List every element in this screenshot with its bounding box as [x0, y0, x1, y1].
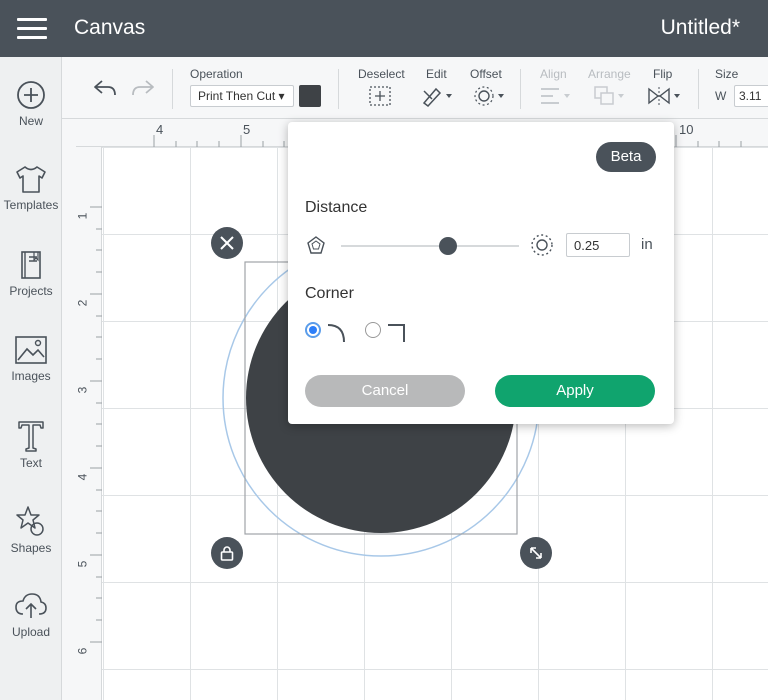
size-width-label: W: [715, 89, 727, 103]
offset-panel: Beta Distance in Corner Cancel Apply: [288, 122, 674, 424]
ruler-left-number: 6: [75, 647, 90, 655]
rounded-corner-icon: [327, 324, 345, 343]
sidebar-item-label: Images: [11, 369, 51, 383]
distance-unit: in: [641, 236, 653, 253]
toolbar-divider: [698, 69, 699, 109]
flip-label: Flip: [653, 67, 673, 81]
corner-rounded-radio[interactable]: [305, 322, 321, 338]
toolbar-divider: [338, 69, 339, 109]
ruler-left-number: 1: [75, 212, 90, 220]
ruler-left: 1 2 3 4 5 6: [62, 147, 102, 700]
edit-icon[interactable]: [420, 85, 454, 107]
text-icon: [18, 421, 44, 452]
sidebar-item-shapes[interactable]: Shapes: [0, 504, 62, 584]
offset-burst-icon: [531, 234, 553, 256]
arrange-label: Arrange: [588, 67, 631, 81]
app-title: Canvas: [74, 16, 146, 39]
ruler-top-number: 10: [679, 122, 694, 137]
ruler-left-number: 4: [75, 473, 90, 481]
delete-handle[interactable]: [211, 227, 243, 259]
sidebar-item-label: Text: [19, 456, 42, 470]
corner-heading: Corner: [305, 285, 354, 302]
resize-handle[interactable]: [520, 537, 552, 569]
redo-icon[interactable]: [130, 77, 156, 99]
lock-handle[interactable]: [211, 537, 243, 569]
operation-value: Print Then Cut: [198, 89, 276, 103]
beta-badge: Beta: [596, 142, 656, 172]
sidebar-item-label: Projects: [9, 284, 53, 298]
align-label: Align: [540, 67, 567, 81]
close-icon: [220, 236, 234, 250]
square-corner-icon: [388, 324, 405, 342]
book-icon: [21, 251, 41, 279]
chevron-down-icon: ▾: [278, 89, 285, 103]
size-label: Size: [715, 67, 739, 81]
pentagon-icon: [307, 236, 325, 254]
sidebar-item-new[interactable]: New: [0, 79, 62, 159]
upload-icon: [15, 593, 47, 618]
cancel-button[interactable]: Cancel: [305, 375, 465, 407]
sidebar-item-label: Templates: [3, 198, 59, 212]
sidebar-item-text[interactable]: Text: [0, 419, 62, 499]
ruler-top-number: 4: [156, 122, 164, 137]
sidebar-item-templates[interactable]: Templates: [0, 163, 62, 243]
toolbar-divider: [520, 69, 521, 109]
arrange-icon[interactable]: [592, 85, 626, 107]
sidebar-item-label: New: [18, 114, 43, 128]
sidebar-item-projects[interactable]: Projects: [0, 249, 62, 329]
top-toolbar: Operation Print Then Cut ▾ Deselect Edit…: [62, 57, 768, 119]
undo-icon[interactable]: [92, 77, 118, 99]
deselect-icon[interactable]: [368, 85, 392, 107]
document-title[interactable]: Untitled*: [661, 16, 740, 40]
shapes-icon: [16, 506, 44, 536]
align-icon[interactable]: [538, 85, 572, 107]
hamburger-menu-icon[interactable]: [17, 18, 47, 40]
distance-slider-track[interactable]: [341, 245, 519, 247]
resize-arrows-icon: [530, 547, 542, 559]
flip-icon[interactable]: [646, 85, 682, 107]
ruler-left-ticks: [90, 206, 102, 643]
app-header: Canvas Untitled*: [0, 0, 768, 57]
distance-slider-thumb[interactable]: [438, 237, 457, 255]
offset-label: Offset: [470, 67, 502, 81]
image-icon: [15, 336, 47, 364]
plus-circle-icon: [17, 81, 45, 109]
edit-label: Edit: [426, 67, 447, 81]
sidebar-item-label: Upload: [11, 625, 51, 639]
operation-select[interactable]: Print Then Cut ▾: [190, 85, 294, 107]
operation-label: Operation: [190, 67, 243, 81]
size-width-input[interactable]: 3.11: [734, 85, 768, 107]
distance-heading: Distance: [305, 199, 368, 216]
lock-icon: [220, 546, 234, 561]
offset-icon[interactable]: [472, 85, 506, 107]
corner-square-radio[interactable]: [365, 322, 381, 338]
ruler-left-number: 3: [75, 386, 90, 394]
ruler-top-number: 5: [243, 122, 251, 137]
shirt-icon: [16, 166, 46, 193]
deselect-label: Deselect: [358, 67, 405, 81]
ruler-left-number: 2: [75, 299, 90, 307]
sidebar-item-images[interactable]: Images: [0, 334, 62, 414]
ruler-left-number: 5: [75, 560, 90, 568]
apply-button[interactable]: Apply: [495, 375, 655, 407]
sidebar-item-label: Shapes: [10, 541, 52, 555]
operation-color-swatch[interactable]: [299, 85, 321, 107]
left-sidebar: New Templates Projects Images Text Shape…: [0, 57, 62, 700]
toolbar-divider: [172, 69, 173, 109]
sidebar-item-upload[interactable]: Upload: [0, 590, 62, 670]
distance-input[interactable]: [566, 233, 630, 257]
